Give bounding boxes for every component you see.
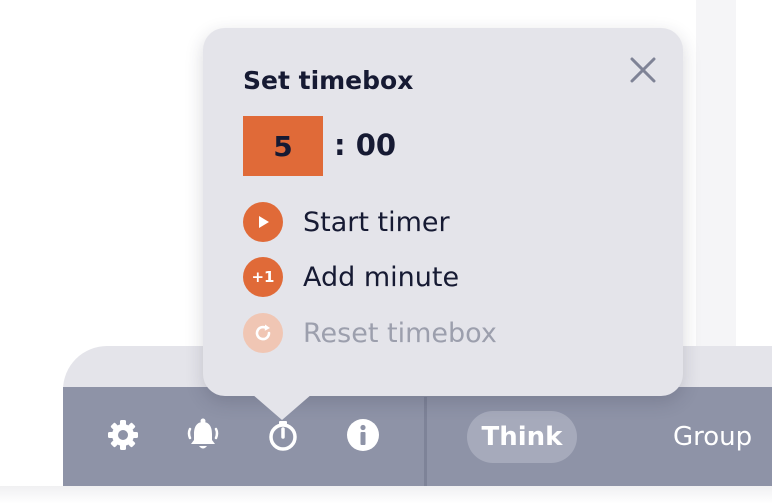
minutes-input[interactable]: 5 bbox=[243, 116, 323, 176]
minutes-value: 5 bbox=[273, 129, 293, 163]
add-minute-button[interactable]: +1 Add minute bbox=[243, 257, 459, 297]
popover-title: Set timebox bbox=[243, 66, 414, 95]
bell-icon[interactable] bbox=[185, 417, 221, 453]
plus-one-icon: +1 bbox=[243, 257, 283, 297]
start-timer-label: Start timer bbox=[303, 206, 450, 238]
bottom-edge bbox=[0, 486, 772, 504]
timer-icon[interactable] bbox=[265, 417, 301, 453]
add-minute-label: Add minute bbox=[303, 261, 460, 293]
popover-pointer bbox=[252, 394, 312, 420]
reset-timebox-button[interactable]: Reset timebox bbox=[243, 313, 497, 353]
play-icon bbox=[243, 202, 283, 242]
seconds-display: : 00 bbox=[334, 128, 397, 162]
toolbar-divider bbox=[424, 397, 427, 486]
reset-icon bbox=[243, 313, 283, 353]
set-timebox-popover: Set timebox 5 : 00 Start timer +1 Add mi… bbox=[203, 28, 683, 396]
start-timer-button[interactable]: Start timer bbox=[243, 202, 450, 242]
reset-timebox-label: Reset timebox bbox=[303, 317, 497, 349]
tab-think[interactable]: Think bbox=[467, 411, 577, 463]
tab-group[interactable]: Group bbox=[673, 411, 752, 463]
tab-group-label: Group bbox=[673, 422, 753, 452]
gear-icon[interactable] bbox=[105, 417, 141, 453]
close-icon bbox=[630, 57, 656, 83]
tab-think-label: Think bbox=[481, 422, 563, 452]
bottom-toolbar: Think Group bbox=[63, 387, 772, 486]
info-icon[interactable] bbox=[345, 417, 381, 453]
close-button[interactable] bbox=[626, 53, 660, 87]
